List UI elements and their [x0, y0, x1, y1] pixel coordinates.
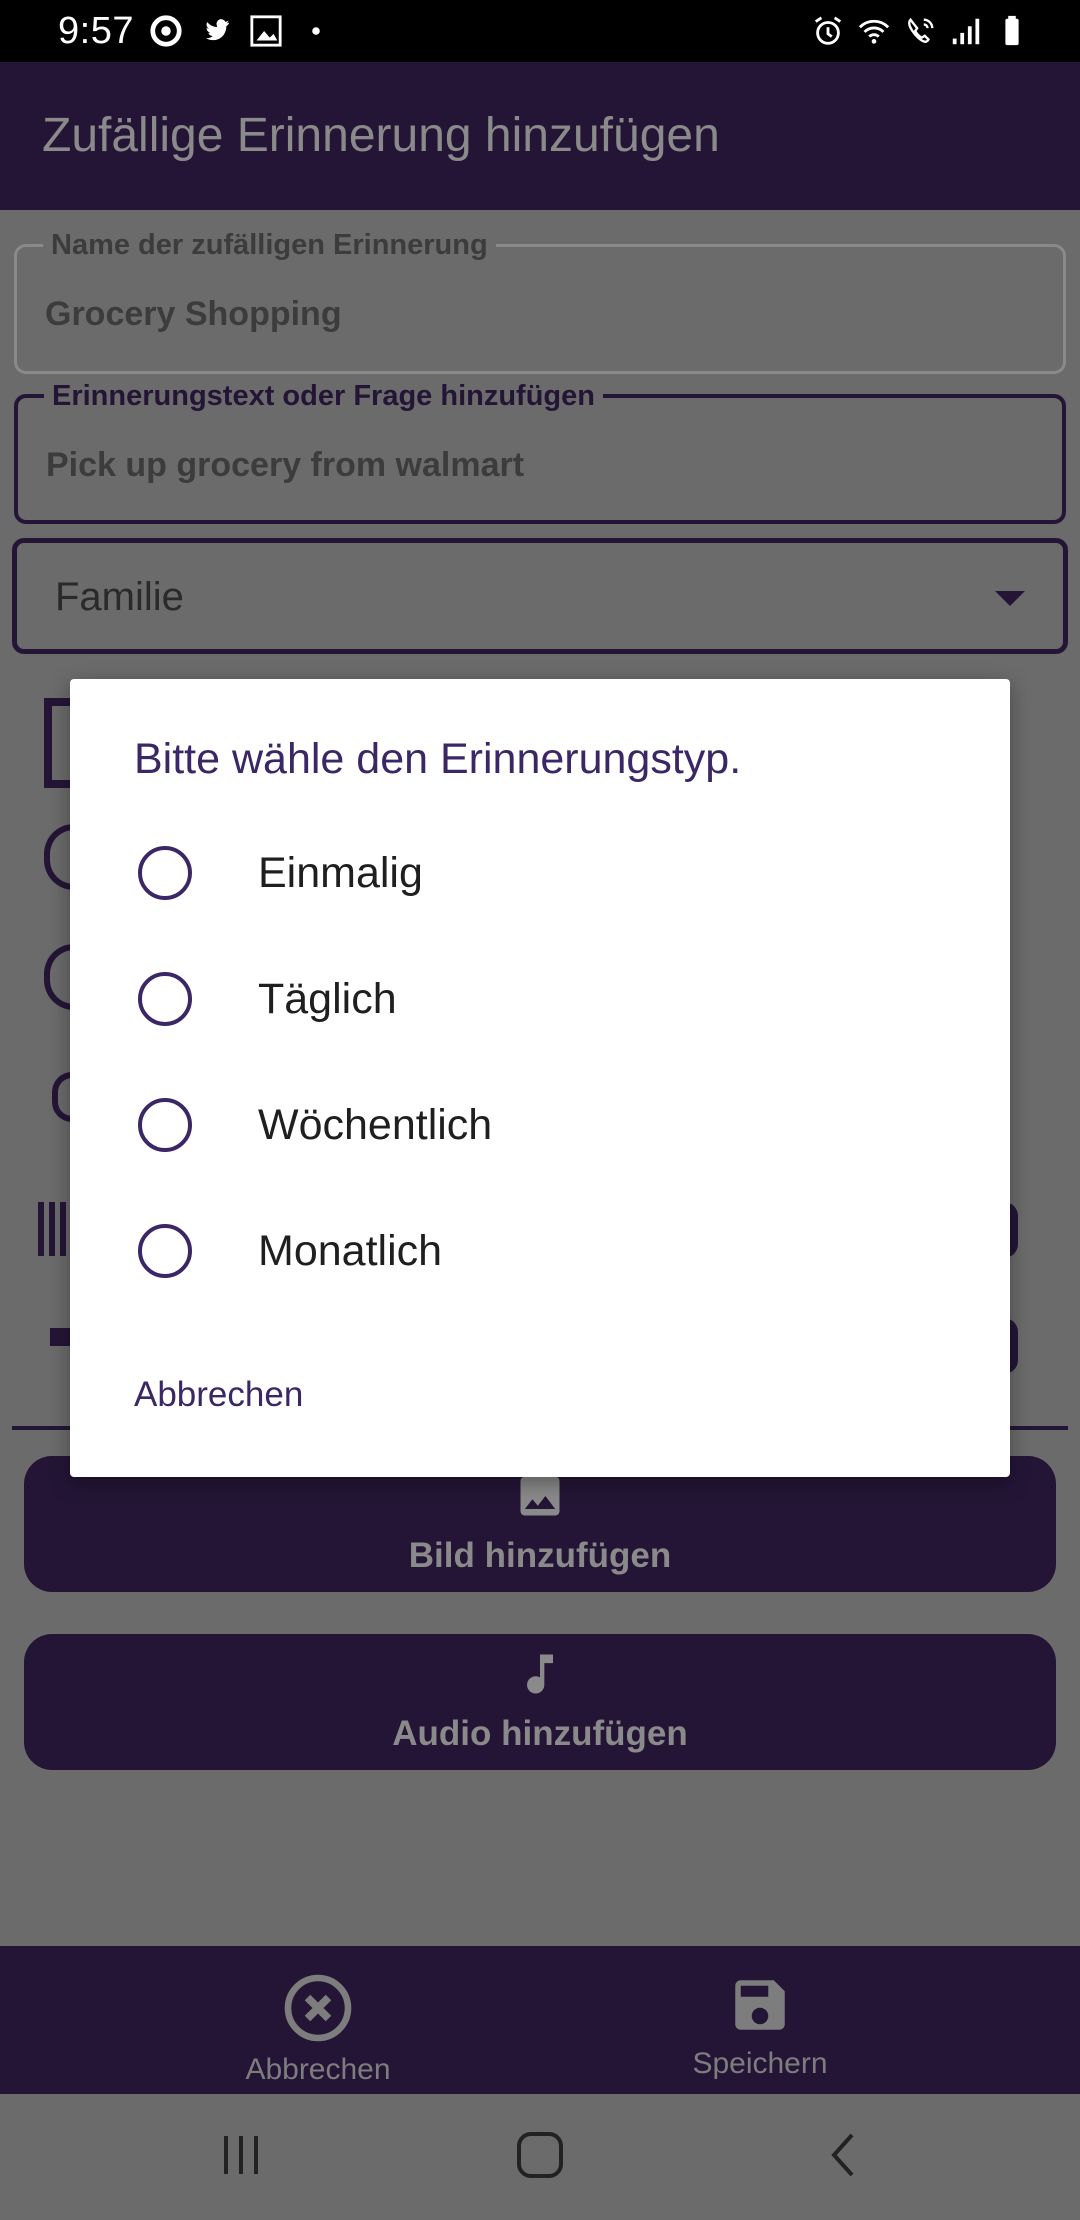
bottom-cancel-button[interactable]: Abbrechen [188, 1972, 448, 2087]
reminder-name-label: Name der zufälligen Erinnerung [43, 229, 496, 262]
option-label: Wöchentlich [258, 1100, 493, 1149]
dialog-cancel-button[interactable]: Abbrechen [134, 1375, 303, 1415]
hidden-control-bar [50, 1328, 72, 1346]
add-audio-label: Audio hinzufügen [392, 1714, 688, 1753]
status-bar: 9:57 [0, 0, 1080, 62]
notification-ring-icon [150, 15, 182, 47]
dialog-title: Bitte wähle den Erinnerungstyp. [134, 735, 742, 783]
add-image-label: Bild hinzufügen [408, 1536, 672, 1575]
dropdown-arrow-icon [995, 591, 1025, 606]
recent-apps-icon[interactable] [216, 2130, 266, 2180]
wifi-call-icon [908, 17, 934, 43]
battery-icon [1005, 15, 1019, 46]
radio-button[interactable] [138, 1098, 192, 1152]
option-einmalig[interactable]: Einmalig [134, 823, 934, 923]
option-label: Täglich [258, 974, 397, 1023]
radio-button[interactable] [138, 1224, 192, 1278]
app-bar: Zufällige Erinnerung hinzufügen [0, 62, 1080, 210]
category-value: Familie [55, 575, 184, 619]
status-left-icons [148, 14, 334, 48]
add-audio-button[interactable]: Audio hinzufügen [24, 1634, 1056, 1770]
reminder-name-value: Grocery Shopping [45, 295, 342, 333]
cancel-circle-icon [284, 1974, 352, 2042]
option-label: Monatlich [258, 1226, 443, 1275]
option-woechentlich[interactable]: Wöchentlich [134, 1075, 934, 1175]
bottom-action-bar: Abbrechen Speichern [0, 1946, 1080, 2094]
status-right-icons [810, 14, 1030, 48]
twitter-icon [205, 19, 230, 41]
save-icon [735, 1980, 785, 2030]
image-icon [520, 1476, 560, 1516]
reminder-type-dialog: Bitte wähle den Erinnerungstyp. Einmalig… [70, 679, 1010, 1477]
reminder-text-value: Pick up grocery from walmart [46, 446, 525, 484]
music-note-icon [527, 1654, 553, 1694]
reminder-text-label: Erinnerungstext oder Frage hinzufügen [44, 380, 603, 413]
alarm-icon [814, 16, 842, 45]
home-icon[interactable] [515, 2130, 565, 2180]
page-title: Zufällige Erinnerung hinzufügen [42, 109, 720, 162]
system-nav-bar [0, 2094, 1080, 2220]
signal-icon [952, 18, 980, 45]
reminder-text-field[interactable]: Erinnerungstext oder Frage hinzufügen Pi… [14, 380, 1066, 524]
category-dropdown[interactable]: Familie [12, 538, 1068, 654]
reminder-name-field[interactable]: Name der zufälligen Erinnerung Grocery S… [14, 229, 1066, 374]
hidden-audio-wave-icon [38, 1202, 70, 1256]
option-taeglich[interactable]: Täglich [134, 949, 934, 1049]
radio-button[interactable] [138, 846, 192, 900]
bottom-save-button[interactable]: Speichern [630, 1972, 890, 2081]
hidden-radio-3 [52, 1072, 72, 1122]
option-label: Einmalig [258, 848, 423, 897]
bottom-cancel-label: Abbrechen [245, 2053, 391, 2086]
back-icon[interactable] [820, 2130, 870, 2180]
radio-button[interactable] [138, 972, 192, 1026]
wifi-icon [858, 19, 890, 44]
photo-app-icon [250, 15, 282, 47]
bottom-save-label: Speichern [692, 2047, 828, 2080]
dot-icon [312, 27, 320, 35]
option-monatlich[interactable]: Monatlich [134, 1201, 934, 1301]
status-time: 9:57 [58, 10, 134, 52]
